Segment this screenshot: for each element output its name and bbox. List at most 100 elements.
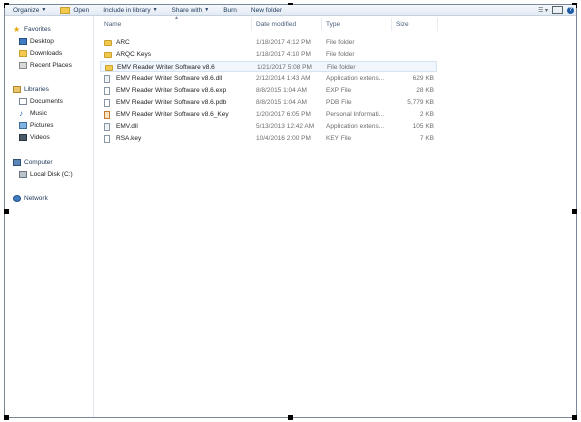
music-icon: ♪ bbox=[19, 109, 23, 118]
file-name-cell: ARC bbox=[104, 37, 254, 48]
nav-desktop[interactable]: Desktop bbox=[19, 38, 54, 45]
nav-libraries[interactable]: Libraries bbox=[13, 86, 49, 93]
file-type: File folder bbox=[326, 51, 355, 58]
preview-pane-icon[interactable] bbox=[552, 6, 563, 14]
file-row[interactable]: EMV Reader Writer Software v8.6.dll 2/12… bbox=[100, 73, 437, 84]
file-row-hovered[interactable]: EMV Reader Writer Software v8.6 1/21/201… bbox=[100, 61, 437, 72]
chevron-down-icon: ▼ bbox=[152, 7, 158, 13]
file-size: 7 KB bbox=[419, 135, 434, 142]
nav-videos-label: Videos bbox=[30, 134, 50, 141]
libraries-icon bbox=[13, 86, 21, 93]
file-date: 1/20/2017 6:05 PM bbox=[256, 111, 311, 118]
nav-music[interactable]: ♪ Music bbox=[19, 109, 47, 118]
file-date: 8/8/2015 1:04 AM bbox=[256, 99, 307, 106]
file-type: Application extens... bbox=[326, 75, 385, 82]
file-size: 5,779 KB bbox=[407, 99, 434, 106]
folder-icon bbox=[104, 39, 112, 46]
column-header-name[interactable]: Name bbox=[100, 18, 252, 31]
file-name: EMV Reader Writer Software v8.6.dll bbox=[116, 75, 223, 82]
new-folder-label: New folder bbox=[250, 6, 282, 14]
resize-handle-bottom-center[interactable] bbox=[288, 415, 293, 420]
documents-icon bbox=[19, 98, 27, 105]
burn-button[interactable]: Burn bbox=[219, 5, 241, 15]
navigation-pane: ★ Favorites Desktop Downloads Recent Pla… bbox=[5, 16, 94, 417]
network-icon bbox=[13, 195, 21, 202]
nav-computer[interactable]: Computer bbox=[13, 159, 53, 166]
file-row[interactable]: ARC 1/18/2017 4:12 PM File folder bbox=[100, 37, 437, 48]
nav-documents[interactable]: Documents bbox=[19, 98, 63, 105]
nav-favorites[interactable]: ★ Favorites bbox=[13, 25, 51, 34]
open-folder-icon bbox=[60, 6, 71, 14]
file-type: Personal Informati... bbox=[326, 111, 385, 118]
file-name: ARQC Keys bbox=[116, 51, 152, 58]
file-row[interactable]: RSA.key 10/4/2016 2:00 PM KEY File 7 KB bbox=[100, 133, 437, 144]
file-name: EMV Reader Writer Software v8.6.exp bbox=[116, 87, 227, 94]
file-name: EMV Reader Writer Software v8.6 bbox=[117, 64, 215, 71]
desktop-icon bbox=[19, 38, 27, 45]
file-name-cell: EMV Reader Writer Software v8.6 bbox=[105, 62, 255, 73]
file-name: RSA.key bbox=[116, 135, 142, 142]
open-button[interactable]: Open bbox=[56, 5, 93, 15]
file-row[interactable]: ARQC Keys 1/18/2017 4:10 PM File folder bbox=[100, 49, 437, 60]
resize-handle-bottom-right[interactable] bbox=[572, 415, 577, 420]
file-size: 629 KB bbox=[412, 75, 434, 82]
open-label: Open bbox=[73, 6, 90, 14]
new-folder-button[interactable]: New folder bbox=[247, 5, 286, 15]
file-size bbox=[394, 37, 434, 48]
file-type: File folder bbox=[327, 64, 356, 71]
file-row[interactable]: EMV.dll 5/13/2013 12:42 AM Application e… bbox=[100, 121, 437, 132]
share-with-button[interactable]: Share with ▼ bbox=[168, 5, 214, 15]
folder-icon bbox=[105, 64, 113, 71]
file-type: File folder bbox=[326, 39, 355, 46]
nav-local-disk[interactable]: Local Disk (C:) bbox=[19, 171, 73, 178]
column-header-size[interactable]: Size bbox=[392, 18, 438, 31]
file-name-cell: ARQC Keys bbox=[104, 49, 254, 60]
file-size: 2 KB bbox=[419, 111, 434, 118]
file-name: EMV.dll bbox=[116, 123, 138, 130]
file-type: PDB File bbox=[326, 99, 352, 106]
nav-recent-places[interactable]: Recent Places bbox=[19, 62, 72, 69]
column-header-size-label: Size bbox=[396, 21, 409, 28]
nav-downloads[interactable]: Downloads bbox=[19, 50, 62, 57]
file-name: ARC bbox=[116, 39, 130, 46]
resize-handle-middle-right[interactable] bbox=[572, 209, 577, 214]
file-name-cell: EMV Reader Writer Software v8.6.dll bbox=[104, 73, 254, 84]
nav-music-label: Music bbox=[30, 110, 47, 117]
nav-pictures[interactable]: Pictures bbox=[19, 122, 53, 129]
file-icon bbox=[104, 98, 110, 107]
file-type: EXP File bbox=[326, 87, 352, 94]
column-header-type-label: Type bbox=[326, 21, 341, 28]
folder-icon bbox=[104, 51, 112, 58]
file-size bbox=[394, 49, 434, 60]
star-icon: ★ bbox=[13, 25, 21, 34]
column-header-name-label: Name bbox=[104, 21, 122, 28]
change-view-icon[interactable]: ☰ ▾ bbox=[538, 7, 548, 14]
include-in-library-button[interactable]: Include in library ▼ bbox=[99, 5, 161, 15]
file-date: 8/8/2015 1:04 AM bbox=[256, 87, 307, 94]
nav-network[interactable]: Network bbox=[13, 195, 48, 202]
file-row[interactable]: EMV Reader Writer Software v8.6_Key 1/20… bbox=[100, 109, 437, 120]
file-name-cell: EMV.dll bbox=[104, 121, 254, 132]
nav-recent-places-label: Recent Places bbox=[30, 62, 72, 69]
file-row[interactable]: EMV Reader Writer Software v8.6.exp 8/8/… bbox=[100, 85, 437, 96]
file-icon bbox=[104, 86, 110, 95]
help-icon[interactable]: ? bbox=[567, 6, 574, 14]
include-in-library-label: Include in library bbox=[103, 6, 151, 14]
organize-button[interactable]: Organize ▼ bbox=[9, 5, 50, 15]
file-size: 28 KB bbox=[416, 87, 434, 94]
column-header-type[interactable]: Type bbox=[322, 18, 392, 31]
file-size: 105 KB bbox=[412, 123, 434, 130]
nav-videos[interactable]: Videos bbox=[19, 134, 50, 141]
recent-places-icon bbox=[19, 62, 27, 69]
command-bar: Organize ▼ Open Include in library ▼ Sha… bbox=[5, 5, 576, 16]
file-name-cell: RSA.key bbox=[104, 133, 254, 144]
column-header-date-modified[interactable]: Date modified bbox=[252, 18, 322, 31]
file-date: 5/13/2013 12:42 AM bbox=[256, 123, 315, 130]
nav-downloads-label: Downloads bbox=[30, 50, 63, 57]
nav-libraries-label: Libraries bbox=[24, 86, 49, 93]
nav-desktop-label: Desktop bbox=[30, 38, 54, 45]
file-row[interactable]: EMV Reader Writer Software v8.6.pdb 8/8/… bbox=[100, 97, 437, 108]
column-header-date-label: Date modified bbox=[256, 21, 297, 28]
nav-computer-label: Computer bbox=[24, 159, 53, 166]
file-date: 10/4/2016 2:00 PM bbox=[256, 135, 311, 142]
